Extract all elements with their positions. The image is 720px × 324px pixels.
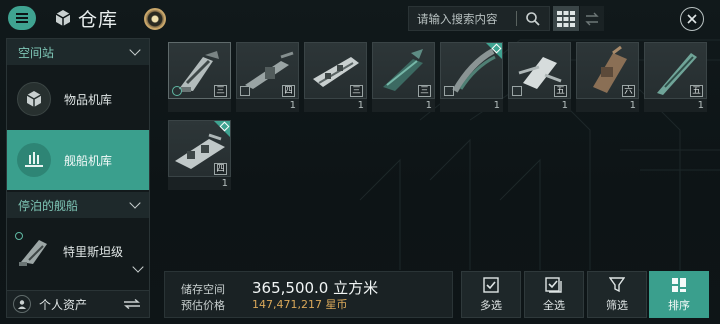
personal-assets-button[interactable]: 个人资产 [6,290,150,318]
docked-ship-item[interactable]: 特里斯坦级 [7,220,149,282]
estimated-price-value: 147,471,217 星币 [252,298,348,311]
item-quantity: 1 [168,177,231,190]
top-bar: 仓库 请输入搜索内容 [0,0,720,36]
sidebar-item-ship-hangar[interactable]: 舰船机库 [7,130,149,190]
search-bar[interactable]: 请输入搜索内容 [408,6,550,31]
cube-icon [17,82,51,116]
page-title: 仓库 [78,8,119,31]
inventory-slot[interactable]: 三 [168,42,231,112]
inventory-slot[interactable]: 四 1 [168,120,231,190]
multi-select-label: 多选 [480,298,502,312]
item-quantity: 1 [440,99,503,112]
new-item-corner [214,121,230,137]
slot-tile [440,42,503,99]
tier-badge: 三 [214,85,227,97]
storage-space-value: 365,500.0 立方米 [252,279,379,297]
ship-hangar-icon [17,143,51,177]
sort-button[interactable]: 排序 [649,271,709,318]
close-icon [687,14,697,24]
slot-tile: 六 [576,42,639,99]
item-quantity: 1 [644,99,707,112]
tier-badge: 四 [282,85,295,97]
tier-badge: 三 [350,85,363,97]
slot-tile: 三 [372,42,435,99]
transfer-icon [124,299,140,309]
filter-icon [609,276,625,292]
multi-select-button[interactable]: 多选 [461,271,521,318]
status-badge [444,86,454,96]
status-badge [512,86,522,96]
slot-tile: 三 [168,42,231,99]
search-input[interactable]: 请输入搜索内容 [417,11,516,27]
item-quantity: 1 [304,99,367,112]
inventory-slot[interactable]: 五 1 [644,42,707,112]
tier-badge: 六 [622,85,635,97]
slot-tile: 三 [304,42,367,99]
item-quantity: 1 [236,99,299,112]
select-all-label: 全选 [543,298,565,312]
swap-icon [585,12,599,25]
status-badge [172,86,182,96]
inventory-slot[interactable]: 四 1 [236,42,299,112]
item-quantity: 1 [372,99,435,112]
slot-tile: 四 [168,120,231,177]
list-view-button[interactable] [580,6,604,31]
sidebar-item-label: 物品机库 [64,92,113,107]
section-header-docked[interactable]: 停泊的舰船 [7,192,149,218]
item-quantity: 1 [576,99,639,112]
tier-badge: 三 [418,85,431,97]
personal-assets-label: 个人资产 [39,297,88,312]
person-icon [13,295,31,313]
estimated-price-label: 预估价格 [181,299,225,312]
warehouse-cube-icon [55,10,71,26]
inventory-slot[interactable]: 三 1 [372,42,435,112]
status-badge [240,86,250,96]
sidebar-item-label: 舰船机库 [64,153,113,168]
sidebar-item-item-hangar[interactable]: 物品机库 [7,69,149,129]
ship-thumbnail [15,232,53,270]
sidebar: 空间站 物品机库 舰船机库 停泊的舰船 特里斯坦级 [6,38,150,318]
tier-badge: 五 [690,85,703,97]
slot-tile: 五 [508,42,571,99]
new-item-corner [486,43,502,59]
inventory-slot[interactable]: 1 [440,42,503,112]
sort-label: 排序 [668,298,690,312]
docked-ship-name: 特里斯坦级 [63,244,124,259]
hamburger-icon [16,17,28,19]
chevron-down-icon [129,44,141,56]
inventory-slot[interactable]: 五 1 [508,42,571,112]
tier-badge: 五 [554,85,567,97]
storage-summary: 储存空间 365,500.0 立方米 预估价格 147,471,217 星币 [164,271,453,318]
slot-tile: 四 [236,42,299,99]
chevron-down-icon [129,197,141,209]
currency-icon[interactable] [144,8,166,30]
checkbox-icon [483,276,499,293]
inventory-slot[interactable]: 六 1 [576,42,639,112]
tier-badge: 四 [214,163,227,175]
close-button[interactable] [680,7,704,31]
item-quantity: 1 [508,99,571,112]
item-quantity [168,99,231,112]
section-header-station[interactable]: 空间站 [7,39,149,65]
menu-button[interactable] [8,6,36,30]
slot-tile: 五 [644,42,707,99]
filter-button[interactable]: 筛选 [587,271,647,318]
section-station-label: 空间站 [18,45,55,60]
title-area: 仓库 [54,6,119,31]
filter-label: 筛选 [606,298,628,312]
section-docked-label: 停泊的舰船 [18,198,79,213]
storage-space-label: 储存空间 [181,283,225,296]
select-all-button[interactable]: 全选 [524,271,584,318]
inventory-slot[interactable]: 三 1 [304,42,367,112]
search-icon[interactable] [525,11,541,27]
search-divider [516,11,517,26]
grid-icon [557,10,575,27]
select-all-icon [545,276,562,293]
sort-grid-icon [672,277,686,292]
grid-view-button[interactable] [553,6,579,31]
